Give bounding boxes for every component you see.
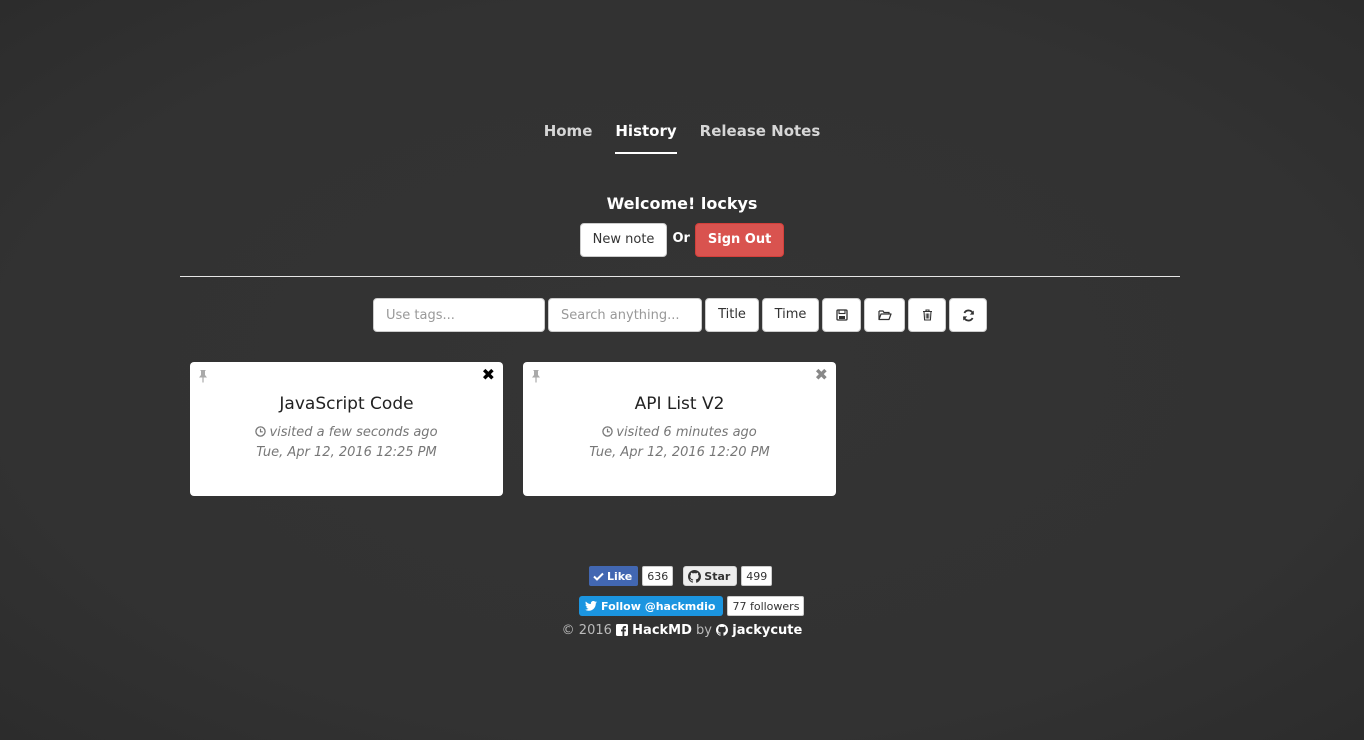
brand-link[interactable]: HackMD: [632, 623, 692, 638]
check-icon: [593, 572, 604, 581]
visited-text: visited 6 minutes ago: [616, 425, 757, 440]
nav-history[interactable]: History: [615, 120, 677, 154]
facebook-square-icon: [616, 624, 629, 636]
clock-icon: [255, 426, 267, 437]
search-input[interactable]: [548, 298, 702, 332]
history-card[interactable]: ✖ API List V2 visited 6 minutes ago Tue,…: [523, 362, 836, 496]
twitter-icon: [585, 601, 597, 611]
card-title: API List V2: [634, 394, 725, 414]
clock-icon: [602, 426, 613, 437]
github-icon: [688, 569, 702, 583]
pin-icon[interactable]: [198, 368, 208, 387]
follow-label: Follow @hackmdio: [601, 599, 716, 613]
tags-input[interactable]: [373, 298, 545, 332]
pin-icon[interactable]: [531, 368, 541, 387]
facebook-like-button[interactable]: Like: [589, 566, 639, 586]
history-toolbar: Title Time: [373, 298, 987, 332]
social-row-1: Like 636 Star 499: [589, 566, 773, 586]
card-date: Tue, Apr 12, 2016 12:25 PM: [256, 445, 437, 460]
refresh-button[interactable]: [949, 298, 987, 332]
or-label: Or: [672, 230, 690, 246]
github-star-button[interactable]: Star: [683, 566, 738, 586]
github-icon: [716, 624, 729, 636]
twitter-follow-button[interactable]: Follow @hackmdio: [579, 596, 724, 616]
divider: [180, 276, 1180, 277]
close-icon[interactable]: ✖: [482, 367, 495, 383]
sort-title-button[interactable]: Title: [705, 298, 759, 332]
folder-open-icon: [877, 310, 892, 321]
account-actions: New note Or Sign Out: [0, 223, 1364, 257]
history-card[interactable]: ✖ JavaScript Code visited a few seconds …: [190, 362, 503, 496]
trash-icon: [922, 309, 932, 321]
followers-count: 77 followers: [727, 596, 805, 616]
social-row-2: Follow @hackmdio 77 followers: [579, 596, 805, 616]
nav-release-notes[interactable]: Release Notes: [700, 120, 821, 154]
copyright: © 2016: [561, 623, 612, 638]
star-count: 499: [741, 566, 773, 586]
new-note-button[interactable]: New note: [579, 223, 668, 257]
clear-history-button[interactable]: [908, 298, 946, 332]
history-list: ✖ JavaScript Code visited a few seconds …: [190, 362, 836, 496]
export-button[interactable]: [822, 298, 861, 332]
author-link[interactable]: jackycute: [732, 623, 802, 638]
card-date: Tue, Apr 12, 2016 12:20 PM: [589, 445, 770, 460]
card-visited: visited 6 minutes ago: [523, 423, 836, 443]
card-visited: visited a few seconds ago: [190, 423, 503, 443]
import-button[interactable]: [864, 298, 905, 332]
star-label: Star: [704, 569, 731, 583]
by-label: by: [696, 623, 712, 638]
like-count: 636: [642, 566, 674, 586]
card-title: JavaScript Code: [279, 394, 414, 414]
visited-text: visited a few seconds ago: [269, 425, 438, 440]
nav-home[interactable]: Home: [544, 120, 593, 154]
main-nav: Home History Release Notes: [0, 120, 1364, 154]
sign-out-button[interactable]: Sign Out: [694, 223, 785, 257]
sort-time-button[interactable]: Time: [762, 298, 819, 332]
footer: © 2016 HackMD by jackycute: [0, 622, 1364, 640]
like-label: Like: [607, 569, 633, 583]
save-icon: [835, 309, 848, 321]
close-icon[interactable]: ✖: [815, 367, 828, 383]
refresh-icon: [962, 309, 974, 321]
welcome-text: Welcome! lockys: [606, 194, 758, 213]
